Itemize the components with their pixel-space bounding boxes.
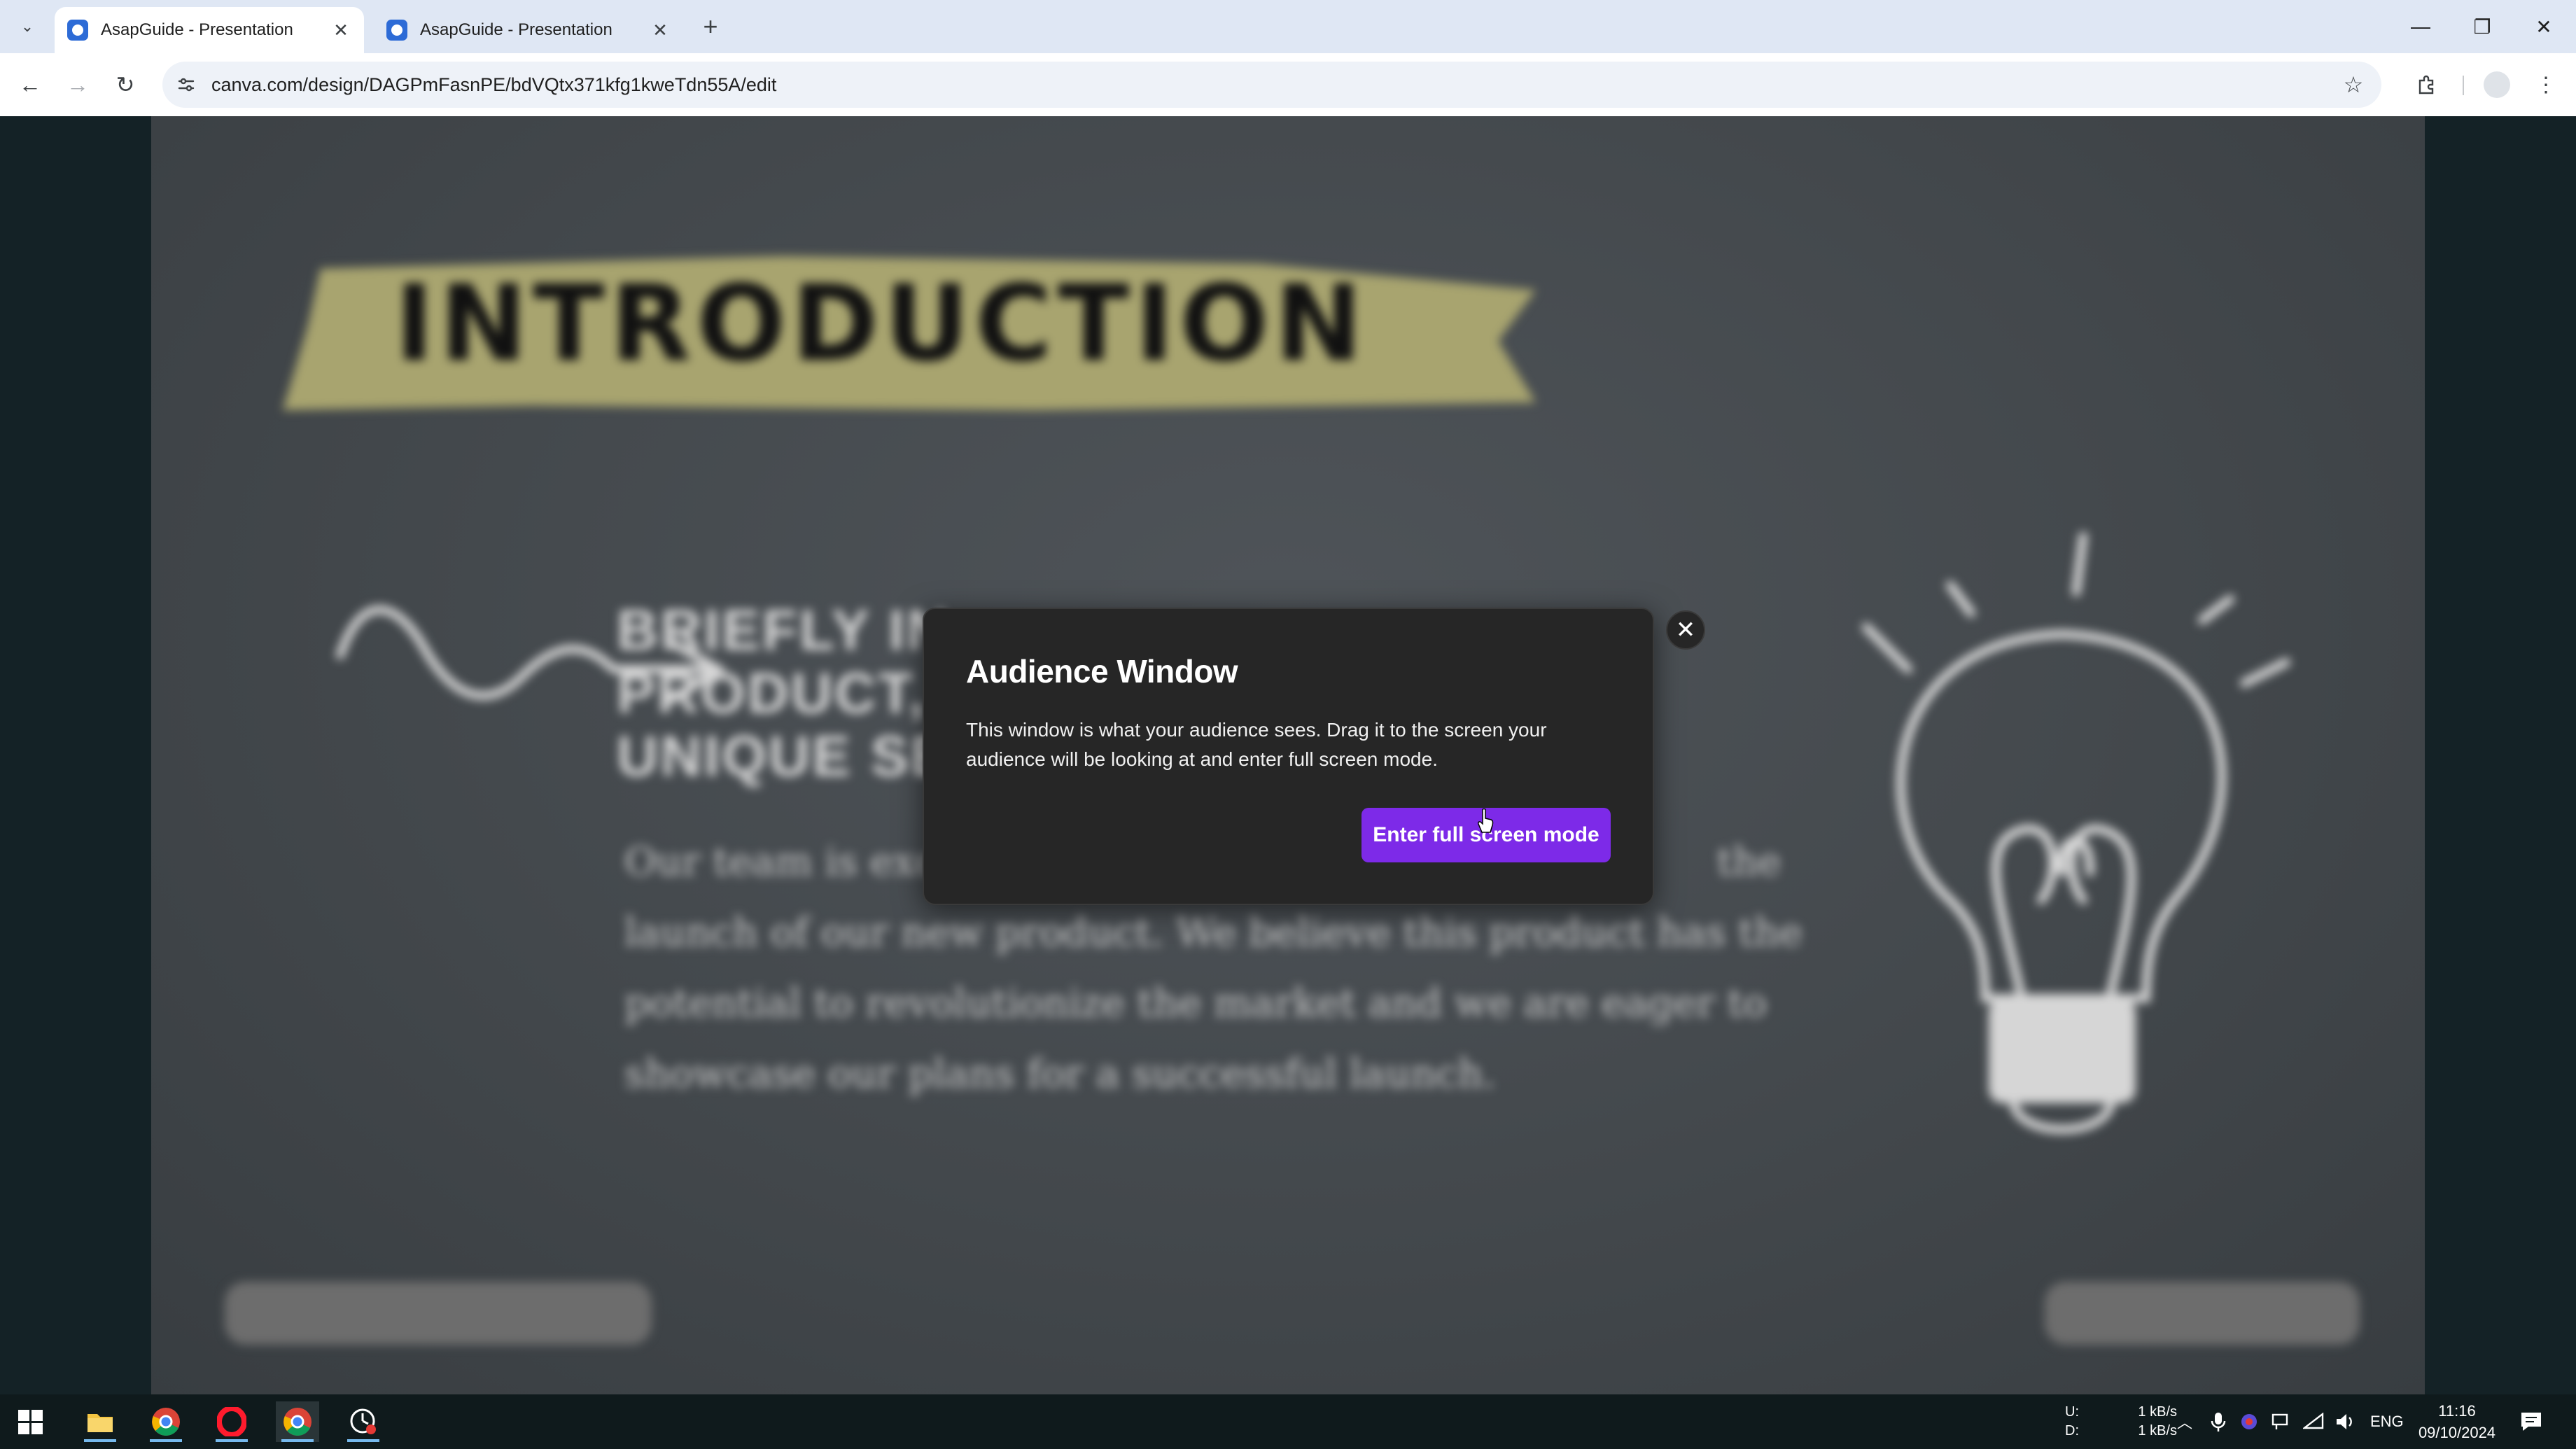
opera-icon xyxy=(217,1407,246,1436)
windows-logo-icon xyxy=(18,1409,43,1434)
slide-footer-right-tag xyxy=(2045,1282,2360,1345)
slide-title: INTRODUCTION xyxy=(395,263,1368,385)
tab-strip: ⌄ AsapGuide - Presentation ✕ AsapGuide -… xyxy=(0,0,2576,53)
device-icon[interactable] xyxy=(2271,1394,2289,1449)
chevron-down-icon: ⌄ xyxy=(20,18,34,35)
arrow-left-icon: ← xyxy=(19,71,41,97)
lightbulb-icon xyxy=(1862,532,2290,1134)
close-tab-icon[interactable]: ✕ xyxy=(330,20,351,41)
tab-asapguide-presentation-2[interactable]: AsapGuide - Presentation ✕ xyxy=(374,7,683,53)
folder-icon xyxy=(88,1414,113,1432)
audience-window-dialog: Audience Window This window is what your… xyxy=(923,608,1654,905)
net-speed-values: 1 kB/s 1 kB/s xyxy=(2138,1404,2177,1438)
dialog-close-icon[interactable]: ✕ xyxy=(1666,610,1705,650)
wifi-icon[interactable] xyxy=(2303,1394,2324,1449)
net-speed-labels: U: D: xyxy=(2065,1404,2079,1438)
app-tray-icon[interactable] xyxy=(2240,1394,2258,1449)
dialog-title: Audience Window xyxy=(966,653,1238,690)
heading-line: UNIQUE SE xyxy=(617,724,952,788)
taskbar-file-explorer[interactable] xyxy=(78,1401,122,1442)
profile-avatar[interactable] xyxy=(2484,71,2510,98)
heading-line: BRIEFLY IN xyxy=(617,598,951,662)
chrome-menu-icon[interactable]: ⋮ xyxy=(2528,67,2563,102)
extensions-icon[interactable] xyxy=(2409,67,2444,102)
arrow-right-icon: → xyxy=(66,71,89,97)
taskbar-recorder[interactable] xyxy=(342,1401,385,1442)
canva-favicon-icon xyxy=(67,20,88,41)
close-tab-icon[interactable]: ✕ xyxy=(650,20,671,41)
close-window-button[interactable]: ✕ xyxy=(2513,7,2575,46)
slide-footer-left-tag xyxy=(225,1282,652,1345)
back-button[interactable]: ← xyxy=(13,67,48,102)
reload-icon: ↻ xyxy=(115,72,135,97)
tab-title: AsapGuide - Presentation xyxy=(101,20,293,39)
bookmark-star-icon[interactable]: ☆ xyxy=(2339,71,2367,99)
chrome-icon xyxy=(152,1408,180,1436)
mouse-pointer-icon xyxy=(1478,808,1494,833)
minimize-button[interactable]: — xyxy=(2390,7,2451,46)
language-indicator[interactable]: ENG xyxy=(2370,1394,2404,1449)
notifications-icon[interactable] xyxy=(2520,1394,2542,1449)
start-button[interactable] xyxy=(8,1401,52,1442)
windows-taskbar: U: D: 1 kB/s 1 kB/s ︿ ENG 11:16 09/10/20… xyxy=(0,1394,2576,1449)
toolbar-divider xyxy=(2463,76,2464,95)
taskbar-chrome-1[interactable] xyxy=(144,1401,188,1442)
browser-toolbar: ← → ↻ canva.com/design/DAGPmFasnPE/bdVQt… xyxy=(0,53,2576,116)
microphone-icon[interactable] xyxy=(2211,1394,2226,1449)
chevron-up-icon: ︿ xyxy=(2177,1414,2193,1432)
body-line: potential to revolutionize the market an… xyxy=(624,981,1768,1026)
chrome-icon xyxy=(284,1408,312,1436)
site-info-icon[interactable] xyxy=(172,71,200,99)
reload-button[interactable]: ↻ xyxy=(108,67,143,102)
show-hidden-icons[interactable]: ︿ xyxy=(2177,1394,2192,1449)
slide-heading: BRIEFLY IN PRODUCT, UNIQUE SE xyxy=(617,599,951,788)
heading-line: PRODUCT, xyxy=(617,662,927,725)
dialog-description: This window is what your audience sees. … xyxy=(966,719,1547,770)
tab-asapguide-presentation-1[interactable]: AsapGuide - Presentation ✕ xyxy=(55,7,364,53)
body-line: showcase our plans for a successful laun… xyxy=(624,1051,1496,1097)
body-line: launch of our new product. We believe th… xyxy=(624,910,1803,955)
screen-recorder-icon xyxy=(350,1408,376,1434)
new-tab-button[interactable]: + xyxy=(696,12,724,41)
address-bar[interactable]: canva.com/design/DAGPmFasnPE/bdVQtx371kf… xyxy=(162,62,2381,108)
taskbar-clock[interactable]: 11:16 09/10/2024 xyxy=(2408,1400,2506,1443)
taskbar-opera[interactable] xyxy=(210,1401,253,1442)
clock-date: 09/10/2024 xyxy=(2418,1424,2496,1441)
tab-title: AsapGuide - Presentation xyxy=(420,20,612,39)
taskbar-chrome-2[interactable] xyxy=(276,1401,319,1442)
restore-button[interactable]: ❐ xyxy=(2451,7,2513,46)
tab-search-button[interactable]: ⌄ xyxy=(13,13,42,41)
url-text[interactable]: canva.com/design/DAGPmFasnPE/bdVQtx371kf… xyxy=(211,62,776,108)
canva-favicon-icon xyxy=(386,20,407,41)
clock-time: 11:16 xyxy=(2438,1402,2476,1420)
volume-icon[interactable] xyxy=(2335,1394,2356,1449)
forward-button[interactable]: → xyxy=(60,67,95,102)
